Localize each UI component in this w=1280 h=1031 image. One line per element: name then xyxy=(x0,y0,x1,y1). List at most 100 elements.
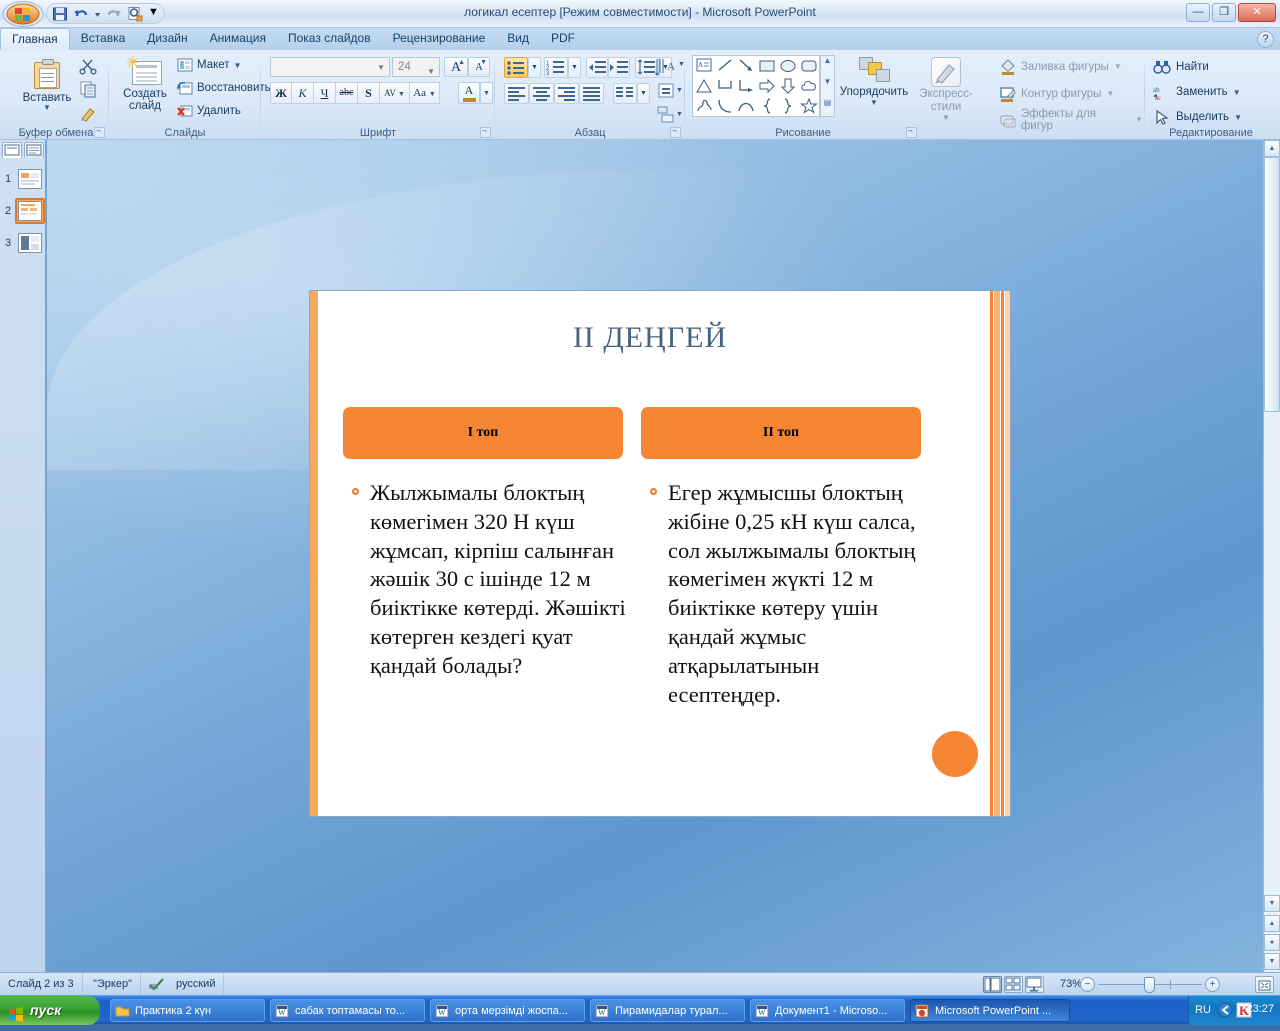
shape-outline-dropdown-icon[interactable]: ▼ xyxy=(1106,89,1114,98)
arrange-dropdown-icon[interactable]: ▼ xyxy=(839,99,909,107)
grow-font-button[interactable]: A ▲ xyxy=(444,57,468,77)
shape-ellipse-icon[interactable] xyxy=(778,57,798,76)
slide-sorter-button[interactable] xyxy=(1004,976,1023,993)
shape-cloud-icon[interactable] xyxy=(799,77,819,96)
bullets-dropdown-icon[interactable]: ▼ xyxy=(528,57,541,78)
messenger-icon[interactable] xyxy=(1217,1002,1233,1021)
outline-tab-icon[interactable] xyxy=(24,142,44,158)
taskbar-item-4[interactable]: W Документ1 - Microso... xyxy=(750,999,905,1022)
shape-curve-icon[interactable] xyxy=(715,97,735,116)
underline-button[interactable]: Ч xyxy=(314,82,336,104)
drawing-dialog-launcher[interactable] xyxy=(906,127,917,138)
fit-slide-to-window-button[interactable] xyxy=(1255,976,1274,993)
shape-elbow-arrow-icon[interactable] xyxy=(736,77,756,96)
reset-button[interactable]: Восстановить xyxy=(176,78,272,98)
shape-line-icon[interactable] xyxy=(715,57,735,76)
slide-show-button[interactable] xyxy=(1025,976,1044,993)
shapes-gallery-scrollbar[interactable]: ▲ ▼ ▤ xyxy=(820,55,835,117)
scroll-up-icon[interactable]: ▲ xyxy=(1264,140,1280,157)
group-header-box-2[interactable]: II топ xyxy=(641,407,921,459)
shape-right-arrow-icon[interactable] xyxy=(757,77,777,96)
paste-dropdown-icon[interactable]: ▼ xyxy=(19,104,75,112)
tab-review[interactable]: Рецензирование xyxy=(382,28,497,50)
express-styles-dropdown-icon[interactable]: ▼ xyxy=(913,114,979,122)
delete-slide-button[interactable]: Удалить xyxy=(176,101,242,121)
justify-button[interactable] xyxy=(579,83,604,104)
tab-animations[interactable]: Анимация xyxy=(199,28,277,50)
shape-fill-button[interactable]: Заливка фигуры ▼ xyxy=(998,56,1123,77)
font-color-dropdown-icon[interactable]: ▼ xyxy=(480,82,493,104)
clock[interactable]: 23:27 xyxy=(1246,1003,1274,1015)
format-painter-button[interactable] xyxy=(78,104,100,126)
language-indicator[interactable]: русский xyxy=(168,973,225,996)
text-direction-button[interactable]: A ▼ xyxy=(654,56,685,78)
layout-dropdown-icon[interactable]: ▼ xyxy=(234,61,242,70)
shapes-scroll-down-icon[interactable]: ▼ xyxy=(821,77,834,96)
tab-pdf[interactable]: PDF xyxy=(540,28,586,50)
next-slide-icon[interactable]: ▼ xyxy=(1264,953,1280,970)
shape-elbow-connector-icon[interactable] xyxy=(715,77,735,96)
slide-title[interactable]: II ДЕҢГЕЙ xyxy=(350,321,950,355)
shape-left-brace-icon[interactable] xyxy=(757,97,777,116)
group-header-box-1[interactable]: I топ xyxy=(343,407,623,459)
italic-button[interactable]: К xyxy=(292,82,314,104)
new-slide-button[interactable]: ✳ Создать слайд xyxy=(116,54,174,113)
shape-star-icon[interactable] xyxy=(799,97,819,116)
align-right-button[interactable] xyxy=(554,83,579,104)
taskbar-item-5[interactable]: Microsoft PowerPoint ... xyxy=(910,999,1070,1022)
bullets-button[interactable] xyxy=(504,57,528,78)
paragraph-dialog-launcher[interactable] xyxy=(670,127,681,138)
columns-dropdown-icon[interactable]: ▼ xyxy=(637,83,650,104)
font-name-combobox[interactable]: ▼ xyxy=(270,57,390,77)
tab-slideshow[interactable]: Показ слайдов xyxy=(277,28,382,50)
align-left-button[interactable] xyxy=(504,83,529,104)
scroll-down-icon[interactable]: ▼ xyxy=(1264,895,1280,912)
start-button[interactable]: пуск xyxy=(0,996,100,1025)
theme-name[interactable]: "Эркер" xyxy=(85,973,142,996)
numbering-dropdown-icon[interactable]: ▼ xyxy=(568,57,581,78)
slide-navigate-icon[interactable]: ● xyxy=(1264,934,1280,951)
align-center-button[interactable] xyxy=(529,83,554,104)
tab-view[interactable]: Вид xyxy=(496,28,540,50)
express-styles-button[interactable]: Экспресс-стили ▼ xyxy=(912,56,980,123)
taskbar-item-0[interactable]: Практика 2 күн xyxy=(110,999,265,1022)
change-case-button[interactable]: Aa ▼ xyxy=(410,82,440,104)
convert-to-smartart-button[interactable]: ▼ xyxy=(656,104,684,126)
zoom-slider-handle[interactable] xyxy=(1144,977,1155,993)
bold-button[interactable]: Ж xyxy=(270,82,292,104)
shapes-gallery[interactable]: A xyxy=(692,55,820,117)
normal-view-button[interactable] xyxy=(983,976,1002,993)
font-color-button[interactable]: A xyxy=(458,82,480,104)
shape-outline-button[interactable]: Контур фигуры ▼ xyxy=(998,83,1115,104)
shrink-font-button[interactable]: A ▼ xyxy=(468,57,490,77)
shape-down-arrow-icon[interactable] xyxy=(778,77,798,96)
close-button[interactable]: ✕ xyxy=(1238,3,1276,22)
taskbar-item-3[interactable]: W Пирамидалар турал... xyxy=(590,999,745,1022)
slide-canvas[interactable]: II ДЕҢГЕЙ I топ II топ Жылжымалы блоктың… xyxy=(310,291,1010,816)
thumbnail-item-3[interactable]: 3 xyxy=(2,230,44,258)
arrange-button[interactable]: Упорядочить ▼ xyxy=(838,56,910,108)
slide-vertical-scrollbar[interactable]: ▲ ▼ ▲ ● ▼ xyxy=(1263,140,1280,972)
replace-dropdown-icon[interactable]: ▼ xyxy=(1233,88,1241,97)
layout-button[interactable]: Макет ▼ xyxy=(176,55,242,75)
tab-home[interactable]: Главная xyxy=(0,28,70,50)
scrollbar-thumb[interactable] xyxy=(1264,157,1280,412)
shape-fill-dropdown-icon[interactable]: ▼ xyxy=(1114,62,1122,71)
spellcheck-icon[interactable] xyxy=(140,973,168,996)
thumbnail-item-2[interactable]: 2 xyxy=(2,198,45,226)
decrease-indent-button[interactable] xyxy=(586,57,608,78)
columns-button[interactable] xyxy=(613,83,637,104)
shape-effects-dropdown-icon[interactable]: ▼ xyxy=(1135,115,1143,124)
slides-tab-icon[interactable] xyxy=(2,142,22,158)
shape-arrow-icon[interactable] xyxy=(736,57,756,76)
select-dropdown-icon[interactable]: ▼ xyxy=(1234,113,1242,122)
shape-rectangle-icon[interactable] xyxy=(757,57,777,76)
previous-slide-icon[interactable]: ▲ xyxy=(1264,915,1280,932)
shapes-scroll-up-icon[interactable]: ▲ xyxy=(821,56,834,75)
text-shadow-button[interactable]: S xyxy=(358,82,380,104)
thumbnail-item-1[interactable]: 1 xyxy=(2,166,44,194)
font-dialog-launcher[interactable] xyxy=(480,127,491,138)
shape-arc-icon[interactable] xyxy=(736,97,756,116)
shape-textbox-icon[interactable]: A xyxy=(694,57,714,76)
font-size-combobox[interactable]: 24 ▼ xyxy=(392,57,440,77)
